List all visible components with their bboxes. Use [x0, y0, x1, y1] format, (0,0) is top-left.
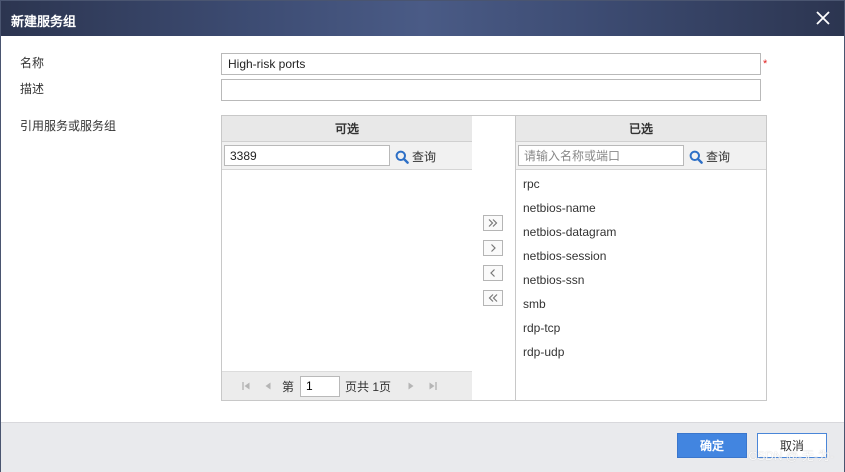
list-item[interactable]: smb: [516, 292, 766, 316]
pager-prefix: 第: [282, 379, 295, 394]
page-number-input[interactable]: [300, 375, 341, 397]
description-input[interactable]: [221, 79, 761, 101]
selected-panel: 已选 查询 rpc netbios-name netbios-datagram …: [515, 115, 767, 401]
pager-suffix: 页共 1页: [345, 379, 392, 394]
first-page-icon[interactable]: [238, 378, 254, 394]
selected-search-label: 查询: [706, 150, 731, 164]
new-service-group-dialog: 新建服务组 名称 * 描述 引用服务或服务组 可选 查询 第: [0, 0, 845, 472]
double-chevron-right-icon: [488, 219, 498, 227]
ok-button[interactable]: 确定: [677, 433, 747, 458]
list-item[interactable]: netbios-session: [516, 244, 766, 268]
remove-button[interactable]: [483, 265, 503, 281]
list-item[interactable]: netbios-name: [516, 196, 766, 220]
add-all-button[interactable]: [483, 215, 503, 231]
available-search-input[interactable]: [224, 145, 390, 166]
search-icon: [395, 150, 409, 164]
dialog-footer: 确定 取消 CSDN @-无-为-: [1, 422, 844, 472]
description-label: 描述: [20, 82, 45, 96]
available-search-row: 查询: [222, 142, 472, 170]
transfer-buttons: [472, 115, 516, 401]
available-panel: 可选 查询 第 页共 1页: [221, 115, 473, 401]
available-search-label: 查询: [412, 150, 437, 164]
remove-all-button[interactable]: [483, 290, 503, 306]
add-button[interactable]: [483, 240, 503, 256]
reference-label: 引用服务或服务组: [20, 119, 117, 133]
next-page-icon[interactable]: [403, 378, 419, 394]
close-icon[interactable]: [814, 9, 832, 27]
selected-header: 已选: [516, 116, 766, 142]
list-item[interactable]: rdp-udp: [516, 340, 766, 364]
chevron-left-icon: [490, 269, 495, 277]
dialog-titlebar: 新建服务组: [1, 1, 844, 36]
selected-search-button[interactable]: 查询: [689, 148, 730, 165]
chevron-right-icon: [491, 244, 496, 252]
prev-page-icon[interactable]: [260, 378, 276, 394]
last-page-icon[interactable]: [425, 378, 441, 394]
name-label: 名称: [20, 56, 45, 70]
available-list: [222, 170, 472, 172]
dialog-title: 新建服务组: [11, 14, 77, 29]
required-mark: *: [763, 58, 768, 70]
double-chevron-left-icon: [488, 294, 498, 302]
list-item[interactable]: rdp-tcp: [516, 316, 766, 340]
pager: 第 页共 1页: [222, 371, 472, 400]
available-header: 可选: [222, 116, 472, 142]
watermark: CSDN @-无-为-: [748, 449, 834, 463]
selected-search-input[interactable]: [518, 145, 684, 166]
selected-search-row: 查询: [516, 142, 766, 170]
selected-list: rpc netbios-name netbios-datagram netbio…: [516, 170, 766, 364]
list-item[interactable]: rpc: [516, 172, 766, 196]
available-search-button[interactable]: 查询: [395, 148, 436, 165]
list-item[interactable]: netbios-ssn: [516, 268, 766, 292]
name-input[interactable]: [221, 53, 761, 75]
search-icon: [689, 150, 703, 164]
list-item[interactable]: netbios-datagram: [516, 220, 766, 244]
